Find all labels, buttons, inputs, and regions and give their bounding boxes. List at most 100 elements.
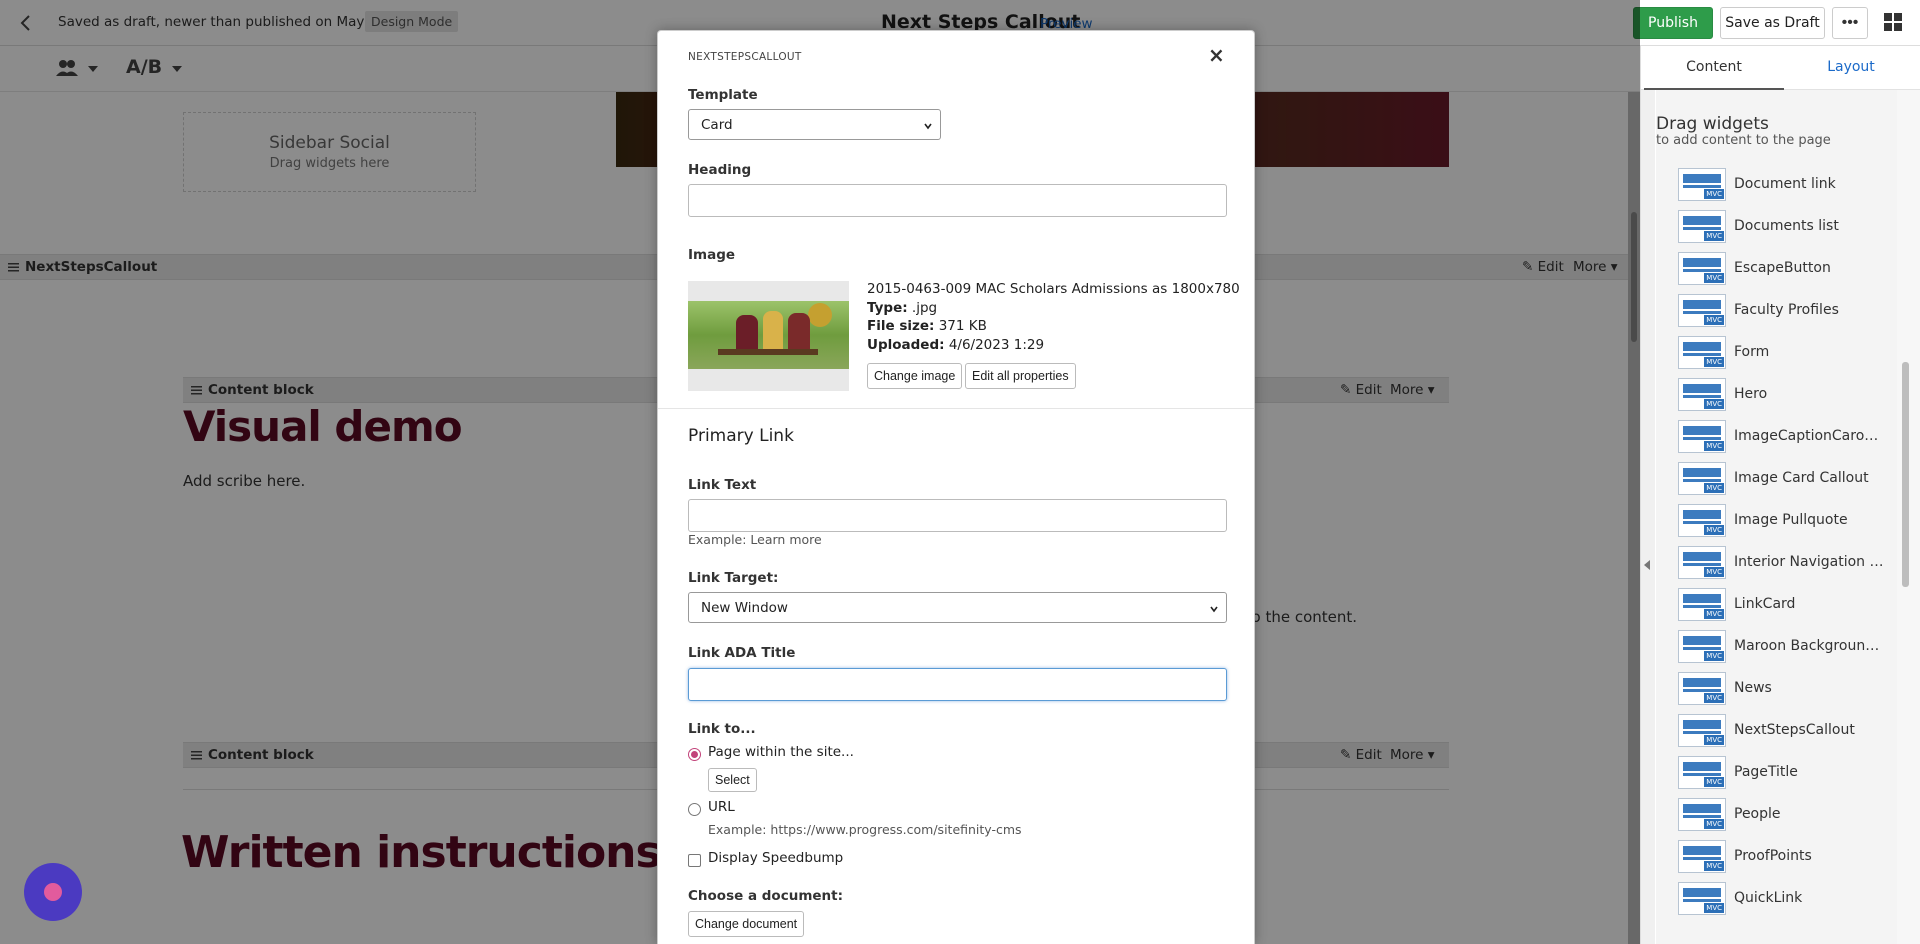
widget-item-pagetitle[interactable]: MVC PageTitle	[1678, 755, 1898, 797]
widget-item-documents-list[interactable]: MVC Documents list	[1678, 209, 1898, 251]
widget-item-label: Faculty Profiles	[1734, 302, 1839, 318]
tab-layout[interactable]: Layout	[1781, 46, 1920, 90]
mvc-badge: MVC	[1704, 231, 1724, 241]
widget-icon: MVC	[1678, 840, 1726, 873]
grid-icon[interactable]	[1884, 13, 1902, 31]
page-within-site-radio[interactable]	[688, 748, 701, 761]
mvc-badge: MVC	[1704, 903, 1724, 913]
mvc-badge: MVC	[1704, 693, 1724, 703]
edit-all-properties-button[interactable]: Edit all properties	[965, 363, 1076, 389]
widget-item-label: PageTitle	[1734, 764, 1798, 780]
widget-icon: MVC	[1678, 294, 1726, 327]
widget-item-label: Documents list	[1734, 218, 1839, 234]
link-text-label: Link Text	[688, 477, 757, 493]
panel-scrollbar[interactable]	[1897, 90, 1920, 944]
widget-item-quicklink[interactable]: MVC QuickLink	[1678, 881, 1898, 923]
change-document-button[interactable]: Change document	[688, 911, 805, 937]
widget-item-interior-navigation-c[interactable]: MVC Interior Navigation C...	[1678, 545, 1898, 587]
image-filename: 2015-0463-009 MAC Scholars Admissions as…	[867, 281, 1240, 297]
widget-item-label: Hero	[1734, 386, 1768, 402]
chevron-down-icon	[924, 123, 932, 130]
save-as-draft-button[interactable]: Save as Draft	[1720, 7, 1825, 39]
widgets-panel: Content Layout Drag widgets to add conte…	[1640, 46, 1920, 944]
close-icon[interactable]: ×	[1208, 43, 1225, 67]
widget-icon: MVC	[1678, 882, 1726, 915]
more-actions-button[interactable]: •••	[1832, 7, 1868, 39]
tab-content[interactable]: Content	[1644, 46, 1784, 90]
widget-item-label: ImageCaptionCarousel	[1734, 428, 1884, 444]
widget-item-label: Form	[1734, 344, 1770, 360]
widget-edit-dialog: NEXTSTEPSCALLOUT × Template Card Heading…	[657, 30, 1255, 944]
drag-widgets-subtitle: to add content to the page	[1656, 133, 1831, 148]
section-divider	[658, 408, 1254, 409]
widget-item-label: EscapeButton	[1734, 260, 1831, 276]
image-uploaded: Uploaded: 4/6/2023 1:29	[867, 337, 1045, 353]
chat-launcher-button[interactable]	[24, 863, 82, 921]
widget-item-hero[interactable]: MVC Hero	[1678, 377, 1898, 419]
image-label: Image	[688, 247, 736, 263]
url-radio[interactable]	[688, 803, 701, 816]
widget-icon: MVC	[1678, 798, 1726, 831]
heading-input[interactable]	[688, 184, 1227, 217]
widget-list: MVC Document link MVC Documents list MVC Esca…	[1678, 167, 1898, 923]
widget-icon: MVC	[1678, 756, 1726, 789]
mvc-badge: MVC	[1704, 567, 1724, 577]
widget-icon: MVC	[1678, 420, 1726, 453]
widget-item-proofpoints[interactable]: MVC ProofPoints	[1678, 839, 1898, 881]
widget-icon: MVC	[1678, 630, 1726, 663]
url-hint: Example: https://www.progress.com/sitefi…	[708, 822, 1022, 837]
widget-item-escapebutton[interactable]: MVC EscapeButton	[1678, 251, 1898, 293]
widget-icon: MVC	[1678, 672, 1726, 705]
template-select[interactable]: Card	[688, 109, 941, 140]
panel-collapse-handle[interactable]	[1641, 90, 1655, 944]
image-file-size: File size: 371 KB	[867, 318, 987, 334]
widget-item-label: QuickLink	[1734, 890, 1803, 906]
widget-item-nextstepscallout[interactable]: MVC NextStepsCallout	[1678, 713, 1898, 755]
widget-icon: MVC	[1678, 336, 1726, 369]
link-ada-title-input[interactable]	[688, 668, 1227, 701]
widget-item-label: People	[1734, 806, 1781, 822]
url-label: URL	[708, 799, 735, 815]
template-label: Template	[688, 87, 758, 103]
image-type: Type: .jpg	[867, 300, 938, 316]
mvc-badge: MVC	[1704, 735, 1724, 745]
widget-icon: MVC	[1678, 378, 1726, 411]
mvc-badge: MVC	[1704, 525, 1724, 535]
widget-item-news[interactable]: MVC News	[1678, 671, 1898, 713]
widget-item-linkcard[interactable]: MVC LinkCard	[1678, 587, 1898, 629]
mvc-badge: MVC	[1704, 189, 1724, 199]
widget-item-imagecaptioncarousel[interactable]: MVC ImageCaptionCarousel	[1678, 419, 1898, 461]
link-to-label: Link to...	[688, 721, 756, 737]
select-page-button[interactable]: Select	[708, 768, 757, 792]
primary-link-heading: Primary Link	[688, 426, 794, 446]
widget-item-faculty-profiles[interactable]: MVC Faculty Profiles	[1678, 293, 1898, 335]
widget-item-maroon-background[interactable]: MVC Maroon Background ...	[1678, 629, 1898, 671]
image-thumbnail	[688, 301, 849, 369]
widget-item-label: Image Card Callout	[1734, 470, 1869, 486]
heading-label: Heading	[688, 162, 752, 178]
publish-button[interactable]: Publish	[1633, 7, 1713, 39]
drag-widgets-title: Drag widgets	[1656, 114, 1769, 134]
widget-item-image-card-callout[interactable]: MVC Image Card Callout	[1678, 461, 1898, 503]
widget-item-label: Image Pullquote	[1734, 512, 1848, 528]
widget-item-people[interactable]: MVC People	[1678, 797, 1898, 839]
widget-item-document-link[interactable]: MVC Document link	[1678, 167, 1898, 209]
mvc-badge: MVC	[1704, 441, 1724, 451]
widget-item-label: Document link	[1734, 176, 1836, 192]
widget-item-label: LinkCard	[1734, 596, 1796, 612]
display-speedbump-label: Display Speedbump	[708, 850, 844, 866]
widget-item-label: NextStepsCallout	[1734, 722, 1855, 738]
collapse-arrow-icon[interactable]	[1644, 560, 1650, 570]
widget-item-form[interactable]: MVC Form	[1678, 335, 1898, 377]
choose-document-label: Choose a document:	[688, 888, 844, 904]
widget-icon: MVC	[1678, 588, 1726, 621]
widget-item-image-pullquote[interactable]: MVC Image Pullquote	[1678, 503, 1898, 545]
change-image-button[interactable]: Change image	[867, 363, 963, 389]
link-text-input[interactable]	[688, 499, 1227, 532]
mvc-badge: MVC	[1704, 315, 1724, 325]
mvc-badge: MVC	[1704, 483, 1724, 493]
dialog-title: NEXTSTEPSCALLOUT	[688, 51, 802, 63]
link-text-hint: Example: Learn more	[688, 532, 822, 547]
link-target-select[interactable]: New Window	[688, 592, 1227, 623]
display-speedbump-checkbox[interactable]	[688, 854, 701, 867]
